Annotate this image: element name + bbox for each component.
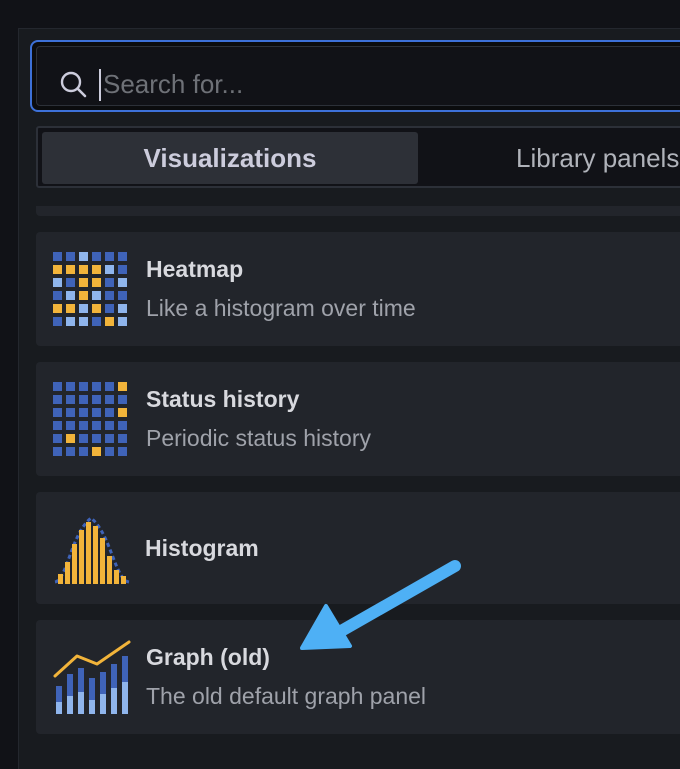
icon-cell [66,395,75,404]
icon-cell [66,382,75,391]
search-field[interactable] [36,46,680,106]
icon-cell [105,447,114,456]
search-box[interactable] [30,40,680,112]
icon-cell [66,265,75,274]
icon-cell [53,291,62,300]
icon-cell [92,382,101,391]
icon-cell [105,434,114,443]
icon-cell [66,317,75,326]
icon-cell [105,291,114,300]
icon-cell [118,382,127,391]
icon-cell [66,421,75,430]
icon-cell [92,278,101,287]
icon-cell [66,447,75,456]
icon-cell [53,304,62,313]
icon-cell [53,252,62,261]
icon-cell [105,278,114,287]
icon-cell [66,278,75,287]
icon-cell [105,265,114,274]
icon-cell [118,304,127,313]
icon-cell [118,291,127,300]
icon-cell [79,434,88,443]
icon-cell [92,317,101,326]
viz-card-heatmap[interactable]: Heatmap Like a histogram over time [36,232,680,346]
icon-cell [118,447,127,456]
tab-visualizations[interactable]: Visualizations [42,132,418,184]
icon-cell [92,304,101,313]
icon-cell [79,447,88,456]
icon-cell [66,252,75,261]
icon-cell [66,434,75,443]
icon-cell [92,421,101,430]
icon-cell [118,317,127,326]
icon-cell [105,421,114,430]
icon-cell [118,278,127,287]
icon-cell [53,447,62,456]
icon-cell [105,317,114,326]
status-history-icon [53,382,127,456]
icon-cell [105,395,114,404]
icon-cell [79,304,88,313]
tab-bar: Visualizations Library panels [36,126,680,188]
icon-cell [92,447,101,456]
viz-card-status-history[interactable]: Status history Periodic status history [36,362,680,476]
icon-cell [53,382,62,391]
icon-cell [118,395,127,404]
viz-card-description: The old default graph panel [146,683,427,709]
viz-card-title: Status history [146,386,300,412]
viz-card-title: Histogram [145,535,259,561]
icon-cell [92,434,101,443]
icon-cell [66,291,75,300]
icon-cell [118,265,127,274]
icon-cell [79,278,88,287]
icon-cell [92,265,101,274]
icon-cell [79,408,88,417]
viz-card-title: Graph (old) [146,644,270,670]
icon-cell [92,408,101,417]
icon-cell [118,421,127,430]
heatmap-icon [53,252,127,326]
icon-cell [118,408,127,417]
search-icon [60,71,87,98]
viz-card-description: Periodic status history [146,425,371,451]
icon-cell [53,317,62,326]
icon-cell [53,265,62,274]
icon-cell [92,291,101,300]
icon-cell [105,304,114,313]
icon-cell [79,252,88,261]
viz-card-histogram[interactable]: Histogram [36,492,680,604]
list-item-partial [36,206,680,216]
histogram-icon [54,516,130,584]
search-input[interactable] [103,64,663,104]
icon-cell [53,408,62,417]
viz-card-graph-old[interactable]: Graph (old) The old default graph panel [36,620,680,734]
icon-cell [79,291,88,300]
viz-card-title: Heatmap [146,256,244,282]
tab-library-panels[interactable]: Library panels [420,132,680,184]
icon-cell [53,434,62,443]
icon-cell [53,421,62,430]
icon-cell [118,434,127,443]
icon-cell [79,317,88,326]
icon-cell [66,408,75,417]
graph-old-icon [53,640,131,714]
icon-cell [118,252,127,261]
icon-cell [79,265,88,274]
icon-cell [79,395,88,404]
icon-cell [79,382,88,391]
icon-cell [92,252,101,261]
icon-cell [66,304,75,313]
icon-cell [92,395,101,404]
icon-cell [53,278,62,287]
icon-cell [105,382,114,391]
text-caret [99,69,101,101]
icon-cell [79,421,88,430]
icon-cell [53,395,62,404]
icon-cell [105,408,114,417]
viz-card-description: Like a histogram over time [146,295,416,321]
icon-cell [105,252,114,261]
